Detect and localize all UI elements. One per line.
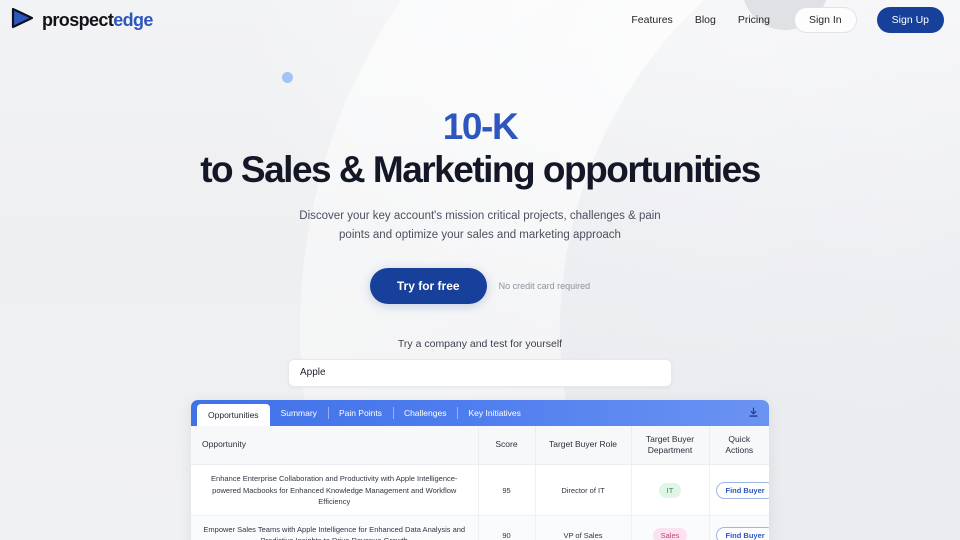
column-header-actions-line1: Quick (728, 433, 751, 444)
tab-summary[interactable]: Summary (270, 400, 328, 426)
column-header-department-line1: Target Buyer (645, 433, 695, 444)
brand-name-primary: prospect (42, 10, 114, 30)
tab-key-initiatives[interactable]: Key Initiatives (457, 400, 531, 426)
cell-target-buyer-role: Director of IT (535, 464, 632, 517)
column-header-opportunity: Opportunity (191, 425, 479, 466)
cell-score: 95 (478, 464, 536, 517)
nav-link-pricing[interactable]: Pricing (738, 14, 770, 26)
download-icon[interactable] (745, 405, 761, 421)
status-badge: Sales (652, 527, 688, 540)
cell-target-buyer-department: IT (631, 464, 710, 517)
column-header-department-line2: Department (647, 445, 693, 455)
cell-target-buyer-role: VP of Sales (535, 515, 632, 540)
table-header-row: Opportunity Score Target Buyer Role Targ… (191, 425, 769, 466)
play-triangle-logo-icon (10, 7, 36, 34)
cell-opportunity: Empower Sales Teams with Apple Intellige… (191, 515, 479, 540)
cell-score: 90 (478, 515, 536, 540)
find-buyer-button[interactable]: Find Buyer (715, 526, 769, 540)
column-header-target-buyer-department: Target Buyer Department (631, 425, 710, 466)
nav-link-features[interactable]: Features (631, 14, 672, 26)
column-header-actions-line2: Actions (725, 445, 754, 455)
tab-opportunities[interactable]: Opportunities (197, 403, 270, 426)
status-badge: IT (658, 482, 682, 498)
cell-opportunity: Enhance Enterprise Collaboration and Pro… (191, 464, 479, 517)
nav-links: Features Blog Pricing Sign In Sign Up (631, 7, 944, 33)
try-for-free-button[interactable]: Try for free (369, 267, 487, 304)
cell-target-buyer-department: Sales (631, 515, 710, 540)
hero-section: 10-K to Sales & Marketing opportunities … (0, 40, 960, 304)
page-root: prospectedge Features Blog Pricing Sign … (0, 0, 960, 540)
no-credit-card-note: No credit card required (498, 280, 591, 291)
opportunities-table: Opportunity Score Target Buyer Role Targ… (191, 425, 769, 540)
top-navigation-bar: prospectedge Features Blog Pricing Sign … (0, 0, 960, 40)
results-tab-bar: Opportunities Summary Pain Points Challe… (191, 399, 769, 426)
column-header-score: Score (478, 425, 536, 466)
page-title: to Sales & Marketing opportunities (200, 148, 761, 190)
hero-subtitle: Discover your key account's mission crit… (299, 210, 661, 241)
brand-logo[interactable]: prospectedge (10, 7, 153, 34)
table-row[interactable]: Empower Sales Teams with Apple Intellige… (191, 515, 769, 540)
search-wrapper (288, 358, 672, 387)
find-buyer-button[interactable]: Find Buyer (715, 481, 769, 499)
nav-link-blog[interactable]: Blog (695, 14, 716, 26)
search-label: Try a company and test for yourself (397, 337, 563, 350)
tab-challenges[interactable]: Challenges (392, 400, 458, 426)
company-search-input[interactable] (288, 358, 672, 387)
hero-kicker: 10-K (442, 106, 519, 147)
sign-in-button[interactable]: Sign In (793, 7, 857, 33)
brand-name-accent: edge (113, 10, 153, 30)
tab-pain-points[interactable]: Pain Points (327, 400, 393, 426)
cell-quick-actions: Find Buyer (709, 515, 769, 540)
cta-row: Try for free No credit card required (0, 267, 960, 304)
table-row[interactable]: Enhance Enterprise Collaboration and Pro… (191, 464, 769, 517)
column-header-quick-actions: Quick Actions (709, 425, 769, 466)
sign-up-button[interactable]: Sign Up (876, 7, 944, 33)
brand-wordmark: prospectedge (42, 11, 153, 29)
column-header-target-buyer-role: Target Buyer Role (535, 425, 632, 466)
results-card: Opportunities Summary Pain Points Challe… (191, 399, 769, 540)
cell-quick-actions: Find Buyer (709, 464, 769, 517)
